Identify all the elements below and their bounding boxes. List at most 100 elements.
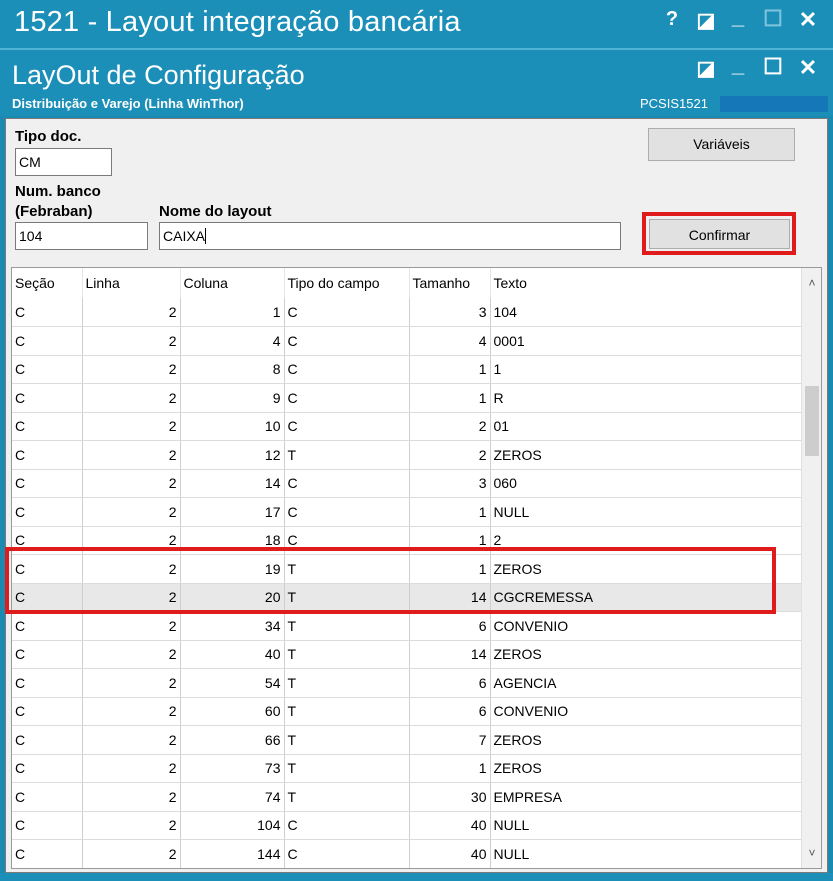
table-cell: 17 <box>180 497 285 527</box>
column-header-tamanho[interactable]: Tamanho <box>409 268 491 298</box>
table-cell: NULL <box>490 497 803 527</box>
table-cell: 9 <box>180 383 285 413</box>
table-row[interactable]: C 2 4 C 4 0001 <box>12 326 803 356</box>
table-row[interactable]: C 2 144 C 40 NULL <box>12 839 803 868</box>
table-cell: C <box>12 611 83 641</box>
table-cell: 4 <box>180 326 285 356</box>
inner-restore-icon[interactable]: ◪ <box>695 56 717 81</box>
scroll-down-icon[interactable]: ˅ <box>802 842 821 864</box>
help-icon[interactable]: ? <box>662 8 682 31</box>
column-header-texto[interactable]: Texto <box>490 268 803 298</box>
variaveis-button[interactable]: Variáveis <box>648 128 795 161</box>
table-cell: C <box>284 298 410 327</box>
table-cell: C <box>12 754 83 783</box>
table-row[interactable]: C 2 104 C 40 NULL <box>12 811 803 840</box>
table-cell: C <box>12 782 83 812</box>
table-cell: C <box>12 383 83 413</box>
table-row[interactable]: C29C1R <box>12 383 803 413</box>
num-banco-label-line2: (Febraban) <box>15 203 93 220</box>
num-banco-label-line1: Num. banco <box>15 183 101 200</box>
table-cell: 8 <box>180 355 285 384</box>
table-cell: 7 <box>409 725 491 755</box>
minimize-icon[interactable]: _ <box>728 4 748 30</box>
table-cell: 2 <box>82 668 181 698</box>
table-cell: 2 <box>82 355 181 384</box>
column-header-coluna[interactable]: Coluna <box>180 268 285 298</box>
vertical-scrollbar[interactable]: ˄ ˅ <box>801 268 821 868</box>
table-cell: T <box>284 697 410 726</box>
table-cell: C <box>12 668 83 698</box>
table-cell: C <box>12 839 83 868</box>
table-cell: T <box>284 668 410 698</box>
table-row[interactable]: C 2 60 T 6 CONVENIO <box>12 697 803 726</box>
table-cell: C <box>284 839 410 868</box>
table-cell: 74 <box>180 782 285 812</box>
tipo-doc-field[interactable]: CM <box>15 148 112 176</box>
outer-title-bar: 1521 - Layout integração bancária ? ◪ _ … <box>0 0 833 48</box>
table-row[interactable]: C28C11 <box>12 355 803 384</box>
column-header-linha[interactable]: Linha <box>82 268 181 298</box>
table-row[interactable]: C 2 40 T 14 ZEROS <box>12 640 803 669</box>
table-row[interactable]: C 2 73 T 1 ZEROS <box>12 754 803 783</box>
table-cell: T <box>284 640 410 669</box>
table-cell: CONVENIO <box>490 611 803 641</box>
table-cell: 54 <box>180 668 285 698</box>
nome-layout-label: Nome do layout <box>159 203 272 220</box>
table-row[interactable]: C 2 1 C 3 104 <box>12 298 803 327</box>
table-cell: 2 <box>409 440 491 470</box>
table-cell: C <box>284 412 410 441</box>
restore-icon[interactable]: ◪ <box>695 8 717 33</box>
table-cell: ZEROS <box>490 440 803 470</box>
table-cell: C <box>12 697 83 726</box>
table-cell: 12 <box>180 440 285 470</box>
table-cell: 2 <box>409 412 491 441</box>
table-cell: AGENCIA <box>490 668 803 698</box>
table-cell: T <box>284 725 410 755</box>
table-row[interactable]: C 2 10 C 2 01 <box>12 412 803 441</box>
nome-layout-field[interactable]: CAIXA <box>159 222 621 250</box>
close-icon[interactable]: ✕ <box>796 7 820 33</box>
table-cell: 2 <box>82 697 181 726</box>
table-cell: T <box>284 782 410 812</box>
maximize-icon[interactable]: ☐ <box>762 6 784 32</box>
table-cell: 3 <box>409 469 491 498</box>
table-cell: 66 <box>180 725 285 755</box>
table-cell: 2 <box>82 725 181 755</box>
table-cell: 2 <box>82 469 181 498</box>
column-header-secao[interactable]: Seção <box>12 268 83 298</box>
table-row[interactable]: C 2 74 T 30 EMPRESA <box>12 782 803 812</box>
table-cell: 2 <box>82 611 181 641</box>
table-cell: T <box>284 440 410 470</box>
table-cell: 6 <box>409 697 491 726</box>
table-cell: NULL <box>490 811 803 840</box>
text-caret <box>205 228 207 244</box>
inner-maximize-icon[interactable]: ☐ <box>762 54 784 80</box>
table-row[interactable]: C 2 17 C 1 NULL <box>12 497 803 527</box>
inner-window-subtitle: Distribuição e Varejo (Linha WinThor) <box>12 96 244 111</box>
table-row[interactable]: C 2 34 T 6 CONVENIO <box>12 611 803 641</box>
table-cell: 4 <box>409 326 491 356</box>
inner-minimize-icon[interactable]: _ <box>728 52 748 78</box>
scroll-thumb[interactable] <box>805 386 819 456</box>
table-cell: 34 <box>180 611 285 641</box>
grid-header-row: Seção Linha Coluna Tipo do campo Tamanho… <box>12 268 803 298</box>
num-banco-field[interactable]: 104 <box>15 222 148 250</box>
table-cell: 40 <box>409 839 491 868</box>
table-row[interactable]: C 2 66 T 7 ZEROS <box>12 725 803 755</box>
table-cell: 0001 <box>490 326 803 356</box>
confirmar-button[interactable]: Confirmar <box>649 219 790 249</box>
table-row[interactable]: C 2 54 T 6 AGENCIA <box>12 668 803 698</box>
inner-close-icon[interactable]: ✕ <box>796 55 820 81</box>
program-code: PCSIS1521 <box>640 96 708 111</box>
table-cell: C <box>284 355 410 384</box>
table-cell: 2 <box>82 811 181 840</box>
table-cell: 14 <box>409 640 491 669</box>
table-cell: 10 <box>180 412 285 441</box>
table-row[interactable]: C 2 12 T 2 ZEROS <box>12 440 803 470</box>
scroll-up-icon[interactable]: ˄ <box>802 272 821 294</box>
table-cell: 2 <box>82 839 181 868</box>
table-row[interactable]: C 2 14 C 3 060 <box>12 469 803 498</box>
bottom-border <box>0 873 833 881</box>
table-cell: T <box>284 611 410 641</box>
column-header-tipo-campo[interactable]: Tipo do campo <box>284 268 410 298</box>
